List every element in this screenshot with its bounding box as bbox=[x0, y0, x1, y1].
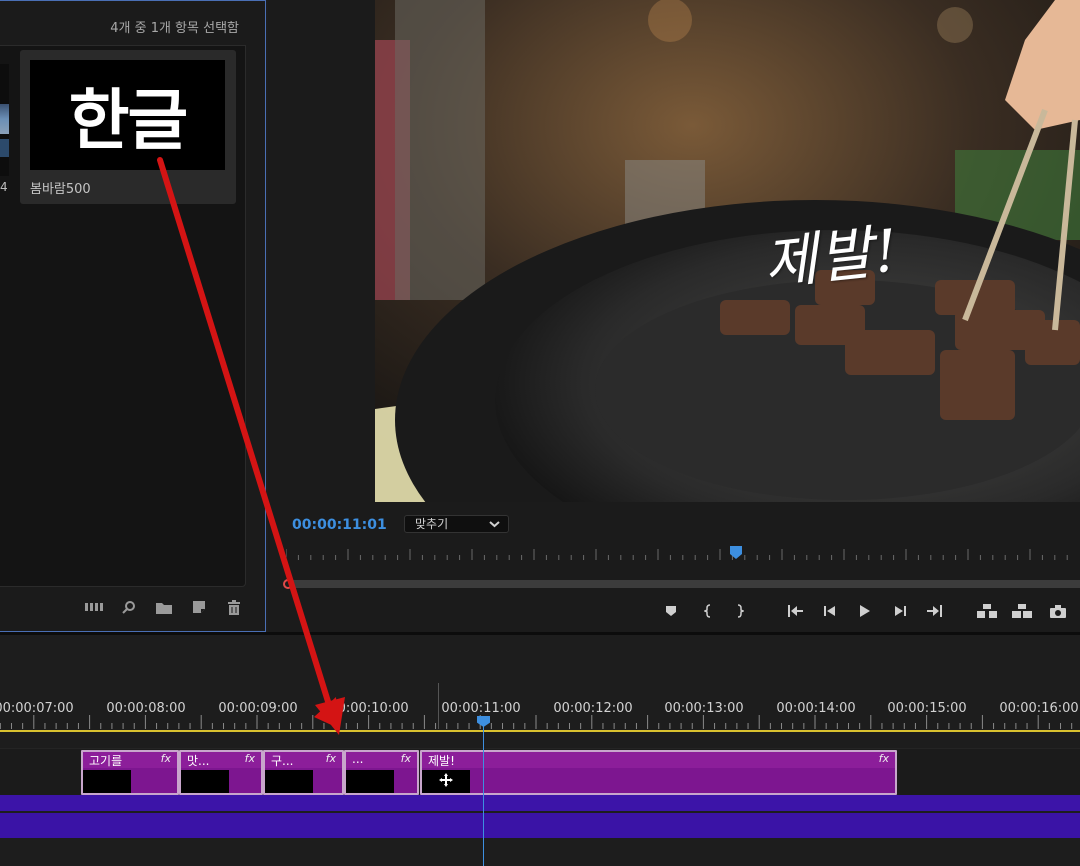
clip-thumbnail bbox=[83, 770, 131, 793]
chevron-down-icon bbox=[489, 516, 500, 537]
go-to-in-icon[interactable] bbox=[784, 600, 806, 622]
bin-area[interactable]: 4 한글 봄바람500 bbox=[0, 45, 246, 587]
new-item-icon[interactable] bbox=[190, 599, 208, 615]
timeline-playhead-line[interactable] bbox=[483, 721, 484, 866]
zoom-level-value: 맞추기 bbox=[415, 517, 449, 531]
title-clip[interactable]: 구... fx bbox=[263, 750, 344, 795]
mark-out-icon[interactable] bbox=[729, 600, 751, 622]
item-name[interactable]: 봄바람500 bbox=[30, 178, 91, 197]
step-forward-icon[interactable] bbox=[889, 600, 911, 622]
video-frame-image bbox=[375, 0, 1080, 502]
audio-track-a2[interactable] bbox=[0, 813, 1080, 838]
trash-icon[interactable] bbox=[225, 599, 243, 615]
extract-icon[interactable] bbox=[1011, 600, 1033, 622]
zoom-level-select[interactable]: 맞추기 bbox=[404, 515, 509, 533]
step-back-icon[interactable] bbox=[819, 600, 841, 622]
clip-label: ... bbox=[352, 752, 364, 766]
item-thumbnail-text: 한글 bbox=[68, 81, 188, 159]
partial-item-number: 4 bbox=[0, 180, 8, 194]
monitor-time-ruler[interactable] bbox=[286, 546, 1076, 564]
freeform-view-icon[interactable] bbox=[85, 599, 103, 615]
play-icon[interactable] bbox=[854, 600, 876, 622]
monitor-playhead-marker bbox=[730, 546, 742, 559]
mark-in-icon[interactable] bbox=[697, 600, 719, 622]
new-bin-icon[interactable] bbox=[155, 599, 173, 615]
project-item-tile[interactable]: 한글 봄바람500 bbox=[20, 50, 236, 204]
add-marker-icon[interactable] bbox=[660, 600, 682, 622]
program-monitor: 제발! 00:00:11:01 맞추기 bbox=[268, 0, 1080, 632]
title-clip[interactable]: 맛... fx bbox=[179, 750, 263, 795]
clip-thumbnail bbox=[265, 770, 313, 793]
timeline-ruler[interactable]: 00:00:07:00 00:00:08:00 00:00:09:00 00:0… bbox=[0, 695, 1080, 731]
title-clip[interactable]: 고기를 fx bbox=[81, 750, 179, 795]
fx-badge[interactable]: fx bbox=[401, 752, 411, 765]
clip-label: 고기를 bbox=[89, 754, 123, 768]
partial-item-thumbnail[interactable] bbox=[0, 64, 9, 176]
fx-badge[interactable]: fx bbox=[326, 752, 336, 765]
selection-status: 4개 중 1개 항목 선택함 bbox=[110, 21, 239, 36]
clip-thumbnail bbox=[346, 770, 394, 793]
item-thumbnail[interactable]: 한글 bbox=[30, 60, 225, 170]
move-cursor-icon bbox=[439, 773, 453, 787]
go-to-out-icon[interactable] bbox=[924, 600, 946, 622]
video-preview[interactable]: 제발! bbox=[375, 0, 1080, 502]
work-area-bar[interactable] bbox=[0, 730, 1080, 732]
project-panel: 4개 중 1개 항목 선택함 4 한글 봄바람500 bbox=[0, 0, 266, 632]
transport-controls bbox=[268, 600, 1080, 622]
export-frame-icon[interactable] bbox=[1047, 600, 1069, 622]
search-icon[interactable] bbox=[120, 599, 138, 615]
video-track-v2[interactable]: 고기를 fx 맛... fx 구... fx ... fx 제발! fx bbox=[0, 748, 1080, 796]
lift-icon[interactable] bbox=[976, 600, 998, 622]
title-clip[interactable]: ... fx bbox=[344, 750, 419, 795]
fx-badge[interactable]: fx bbox=[161, 752, 171, 765]
project-toolbar bbox=[85, 599, 243, 615]
fx-badge[interactable]: fx bbox=[245, 752, 255, 765]
overlay-title-text: 제발! bbox=[760, 216, 903, 298]
timeline-panel: 00:00:07:00 00:00:08:00 00:00:09:00 00:0… bbox=[0, 632, 1080, 866]
playhead-timecode[interactable]: 00:00:11:01 bbox=[292, 517, 387, 533]
title-clip-selected[interactable]: 제발! fx bbox=[420, 750, 897, 795]
monitor-scrub-bar[interactable] bbox=[283, 579, 1080, 589]
fx-badge[interactable]: fx bbox=[879, 752, 889, 765]
audio-track-a1[interactable] bbox=[0, 795, 1080, 811]
ruler-ticks bbox=[0, 715, 1073, 729]
clip-label: 구... bbox=[271, 754, 294, 768]
clip-label: 맛... bbox=[187, 754, 210, 768]
clip-label: 제발! bbox=[428, 754, 455, 768]
scrub-in-handle[interactable] bbox=[283, 579, 293, 589]
clip-thumbnail bbox=[181, 770, 229, 793]
